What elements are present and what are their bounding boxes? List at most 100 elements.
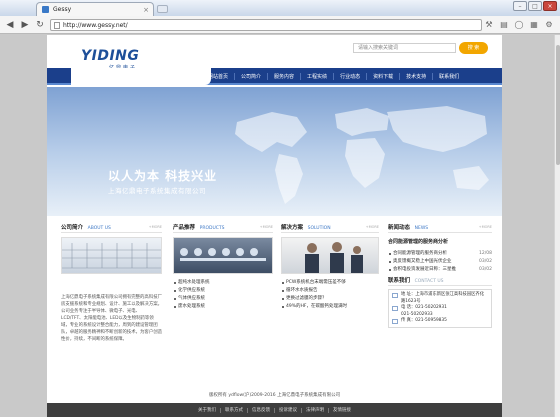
footer-link-complaint[interactable]: 投诉建议 bbox=[275, 407, 301, 413]
products-column: 产品推荐 PRODUCTS +MORE 超纯水处理系统 化学供应系统 气体供应系… bbox=[173, 223, 273, 311]
favicon-icon bbox=[42, 6, 49, 13]
nav-item-about[interactable]: 公司简介 bbox=[235, 73, 267, 80]
nav-item-services[interactable]: 服务内容 bbox=[268, 73, 300, 80]
new-tab-button[interactable] bbox=[157, 5, 168, 13]
solutions-header: 解决方案 SOLUTION +MORE bbox=[281, 223, 379, 233]
list-item[interactable]: 合同能源管理的服务商分析 12/08 bbox=[388, 250, 492, 258]
url-text[interactable]: http://www.gessy.net/ bbox=[63, 22, 128, 29]
browser-tab[interactable]: Gessy × bbox=[36, 2, 154, 16]
nav-item-support[interactable]: 技术支持 bbox=[400, 73, 432, 80]
maximize-button[interactable]: □ bbox=[528, 1, 542, 11]
about-column: 公司简介 ABOUT US +MORE 上海亿鼎电子系统集成有限公司拥有完整的高… bbox=[61, 223, 162, 343]
list-item[interactable]: 化学供应系统 bbox=[173, 287, 273, 295]
list-item[interactable]: 会积电投资发展近日称：三星推 03/02 bbox=[388, 266, 492, 274]
list-item[interactable]: 奥反馈概又稳上中国光伏企业 03/02 bbox=[388, 258, 492, 266]
solutions-list: PCW系统机台末端需压差不够 循环水水质报告 更换过滤膜的步骤？ 49%的HF，… bbox=[281, 279, 379, 311]
list-item[interactable]: 更换过滤膜的步骤？ bbox=[281, 295, 379, 303]
about-image bbox=[61, 237, 162, 274]
list-item[interactable]: 49%的HF，在碳酸钙处理满时 bbox=[281, 303, 379, 311]
extension-icon[interactable]: ◯ bbox=[514, 20, 524, 30]
products-header: 产品推荐 PRODUCTS +MORE bbox=[173, 223, 273, 233]
news-more-link[interactable]: +MORE bbox=[479, 225, 492, 229]
products-more-link[interactable]: +MORE bbox=[260, 225, 273, 229]
about-title: 公司简介 bbox=[61, 225, 84, 231]
footer-link-legal[interactable]: 法律声明 bbox=[302, 407, 328, 413]
news-list: 合同能源管理的服务商分析 12/08 奥反馈概又稳上中国光伏企业 03/02 会… bbox=[388, 250, 492, 274]
solutions-image[interactable] bbox=[281, 237, 379, 274]
page-scrollbar[interactable] bbox=[554, 35, 560, 417]
search-input[interactable]: 请输入搜索关键词 bbox=[353, 43, 456, 53]
footer-link-about[interactable]: 关于我们 bbox=[194, 407, 220, 413]
browser-toolbar: ◀ ▶ ↻ http://www.gessy.net/ ⚒ ▤ ◯ ▦ ⚙ bbox=[0, 16, 560, 34]
back-arrow-icon[interactable]: ◀ bbox=[4, 19, 16, 31]
nav-item-home[interactable]: 网站首页 bbox=[202, 73, 234, 80]
banner-subtitle: 上海亿鼎电子系统集成有限公司 bbox=[108, 187, 206, 195]
contact-box: 地 址：上海市浦东新区张江高科技园区齐化路1623号 电 话：021-50202… bbox=[388, 289, 492, 328]
bookmark-icon[interactable]: ▤ bbox=[499, 20, 509, 30]
solutions-title-en: SOLUTION bbox=[307, 226, 331, 231]
tab-close-icon[interactable]: × bbox=[143, 6, 149, 14]
phone-icon bbox=[392, 306, 398, 311]
logo-text: YIDING bbox=[81, 48, 140, 64]
nav-item-industry[interactable]: 行业动态 bbox=[334, 73, 366, 80]
banner-title: 以人为本 科技兴业 bbox=[108, 169, 218, 183]
news-item-date: 12/08 bbox=[479, 251, 492, 256]
minimize-button[interactable]: – bbox=[513, 1, 527, 11]
list-item[interactable]: PCW系统机台末端需压差不够 bbox=[281, 279, 379, 287]
browser-titlebar: Gessy × – □ × bbox=[0, 0, 560, 16]
nav-item-projects[interactable]: 工程实绩 bbox=[301, 73, 333, 80]
close-window-button[interactable]: × bbox=[543, 1, 557, 11]
contact-address: 地 址：上海市浦东新区张江高科技园区齐化路1623号 bbox=[392, 292, 488, 305]
hero-banner: 以人为本 科技兴业 上海亿鼎电子系统集成有限公司 bbox=[47, 87, 502, 216]
news-column: 新闻动态 NEWS +MORE 合同能源管理的服务商分析 合同能源管理的服务商分… bbox=[388, 223, 492, 328]
list-item[interactable]: 超纯水处理系统 bbox=[173, 279, 273, 287]
about-text: 上海亿鼎电子系统集成有限公司拥有完整的高科技厂房支援系统和专业规划、设计、施工以… bbox=[61, 295, 162, 342]
products-image[interactable] bbox=[173, 237, 273, 274]
list-item[interactable]: 循环水水质报告 bbox=[281, 287, 379, 295]
news-title: 新闻动态 bbox=[388, 225, 411, 231]
contact-title: 联系我们 bbox=[388, 278, 411, 284]
location-icon bbox=[392, 293, 398, 298]
contact-fax-text: 传 真：021-50959835 bbox=[401, 318, 447, 323]
copyright: 版权所有 ydflow(沪)2009-2016 上海亿鼎电子系统集成有限公司 bbox=[208, 393, 341, 398]
list-item[interactable]: 气体供应系统 bbox=[173, 295, 273, 303]
footer-link-feedback[interactable]: 信息反馈 bbox=[248, 407, 274, 413]
contact-header: 联系我们 CONTACT US bbox=[388, 276, 492, 286]
footer-bar: 关于我们 联系方式 信息反馈 投诉建议 法律声明 友情链接 bbox=[47, 403, 502, 417]
wrench-icon[interactable]: ⚒ bbox=[484, 20, 494, 30]
building-graphic bbox=[62, 243, 161, 269]
footer-link-friends[interactable]: 友情链接 bbox=[329, 407, 355, 413]
news-feature-title[interactable]: 合同能源管理的服务商分析 bbox=[388, 238, 492, 245]
nav-logo-tab bbox=[71, 68, 211, 85]
toolbar-icons: ⚒ ▤ ◯ ▦ ⚙ bbox=[484, 20, 554, 30]
fax-icon bbox=[392, 319, 398, 324]
reload-icon[interactable]: ↻ bbox=[34, 19, 46, 31]
solutions-column: 解决方案 SOLUTION +MORE PCW系统机台末端需压差不够 循环水水质… bbox=[281, 223, 379, 311]
list-item[interactable]: 废水处理系统 bbox=[173, 303, 273, 311]
news-title-en: NEWS bbox=[414, 226, 429, 231]
news-item-date: 03/02 bbox=[479, 267, 492, 272]
settings-icon[interactable]: ⚙ bbox=[544, 20, 554, 30]
footer-links: 关于我们 联系方式 信息反馈 投诉建议 法律声明 友情链接 bbox=[47, 403, 502, 417]
products-title-en: PRODUCTS bbox=[199, 226, 225, 231]
forward-arrow-icon[interactable]: ▶ bbox=[19, 19, 31, 31]
nav-item-downloads[interactable]: 资料下载 bbox=[367, 73, 399, 80]
products-title: 产品推荐 bbox=[173, 225, 196, 231]
search-button[interactable]: 搜 索 bbox=[459, 42, 488, 54]
solutions-more-link[interactable]: +MORE bbox=[366, 225, 379, 229]
tab-title: Gessy bbox=[53, 6, 72, 13]
about-header: 公司简介 ABOUT US +MORE bbox=[61, 223, 162, 233]
about-more-link[interactable]: +MORE bbox=[149, 225, 162, 229]
nav-item-contact[interactable]: 联系我们 bbox=[433, 73, 465, 80]
page-viewport: YIDING 亿鼎电子 请输入搜索关键词 搜 索 网站首页 公司简介 服务内容 … bbox=[0, 35, 560, 417]
page-menu-icon[interactable]: ▦ bbox=[529, 20, 539, 30]
scrollbar-thumb[interactable] bbox=[556, 45, 560, 165]
page-icon bbox=[54, 21, 60, 29]
equipment-graphic bbox=[180, 248, 266, 261]
site-header: YIDING 亿鼎电子 请输入搜索关键词 搜 索 bbox=[47, 35, 502, 71]
about-title-en: ABOUT US bbox=[87, 226, 111, 231]
footer-link-contact[interactable]: 联系方式 bbox=[221, 407, 247, 413]
address-bar[interactable]: http://www.gessy.net/ bbox=[50, 19, 482, 31]
news-item-text: 奥反馈概又稳上中国光伏企业 bbox=[393, 259, 452, 264]
news-item-date: 03/02 bbox=[479, 259, 492, 264]
